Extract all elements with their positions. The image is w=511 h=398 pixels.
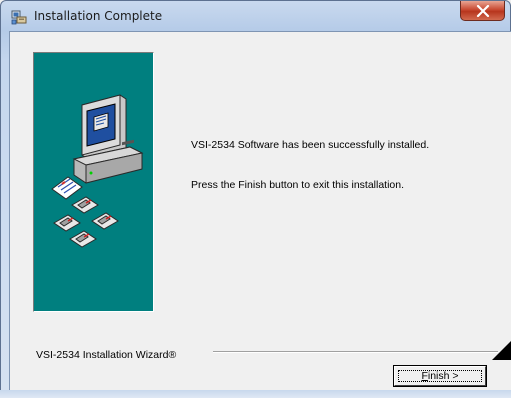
- window-title: Installation Complete: [34, 9, 163, 23]
- finish-button[interactable]: Finish >: [394, 366, 486, 386]
- resize-grip[interactable]: [492, 341, 511, 360]
- footer-separator: [213, 351, 498, 353]
- title-bar[interactable]: Installation Complete: [1, 1, 511, 31]
- window-bottom-border: [0, 390, 511, 398]
- wizard-name-label: VSI-2534 Installation Wizard®: [36, 349, 177, 361]
- close-button[interactable]: [460, 1, 505, 21]
- focus-rectangle: [398, 370, 482, 382]
- exit-instruction: Press the Finish button to exit this ins…: [191, 179, 405, 191]
- installer-app-icon: [11, 10, 27, 25]
- close-icon: [476, 4, 489, 17]
- computer-with-floppy-disks-icon: [51, 94, 144, 248]
- success-message: VSI-2534 Software has been successfully …: [191, 139, 430, 151]
- wizard-side-panel: [33, 52, 154, 312]
